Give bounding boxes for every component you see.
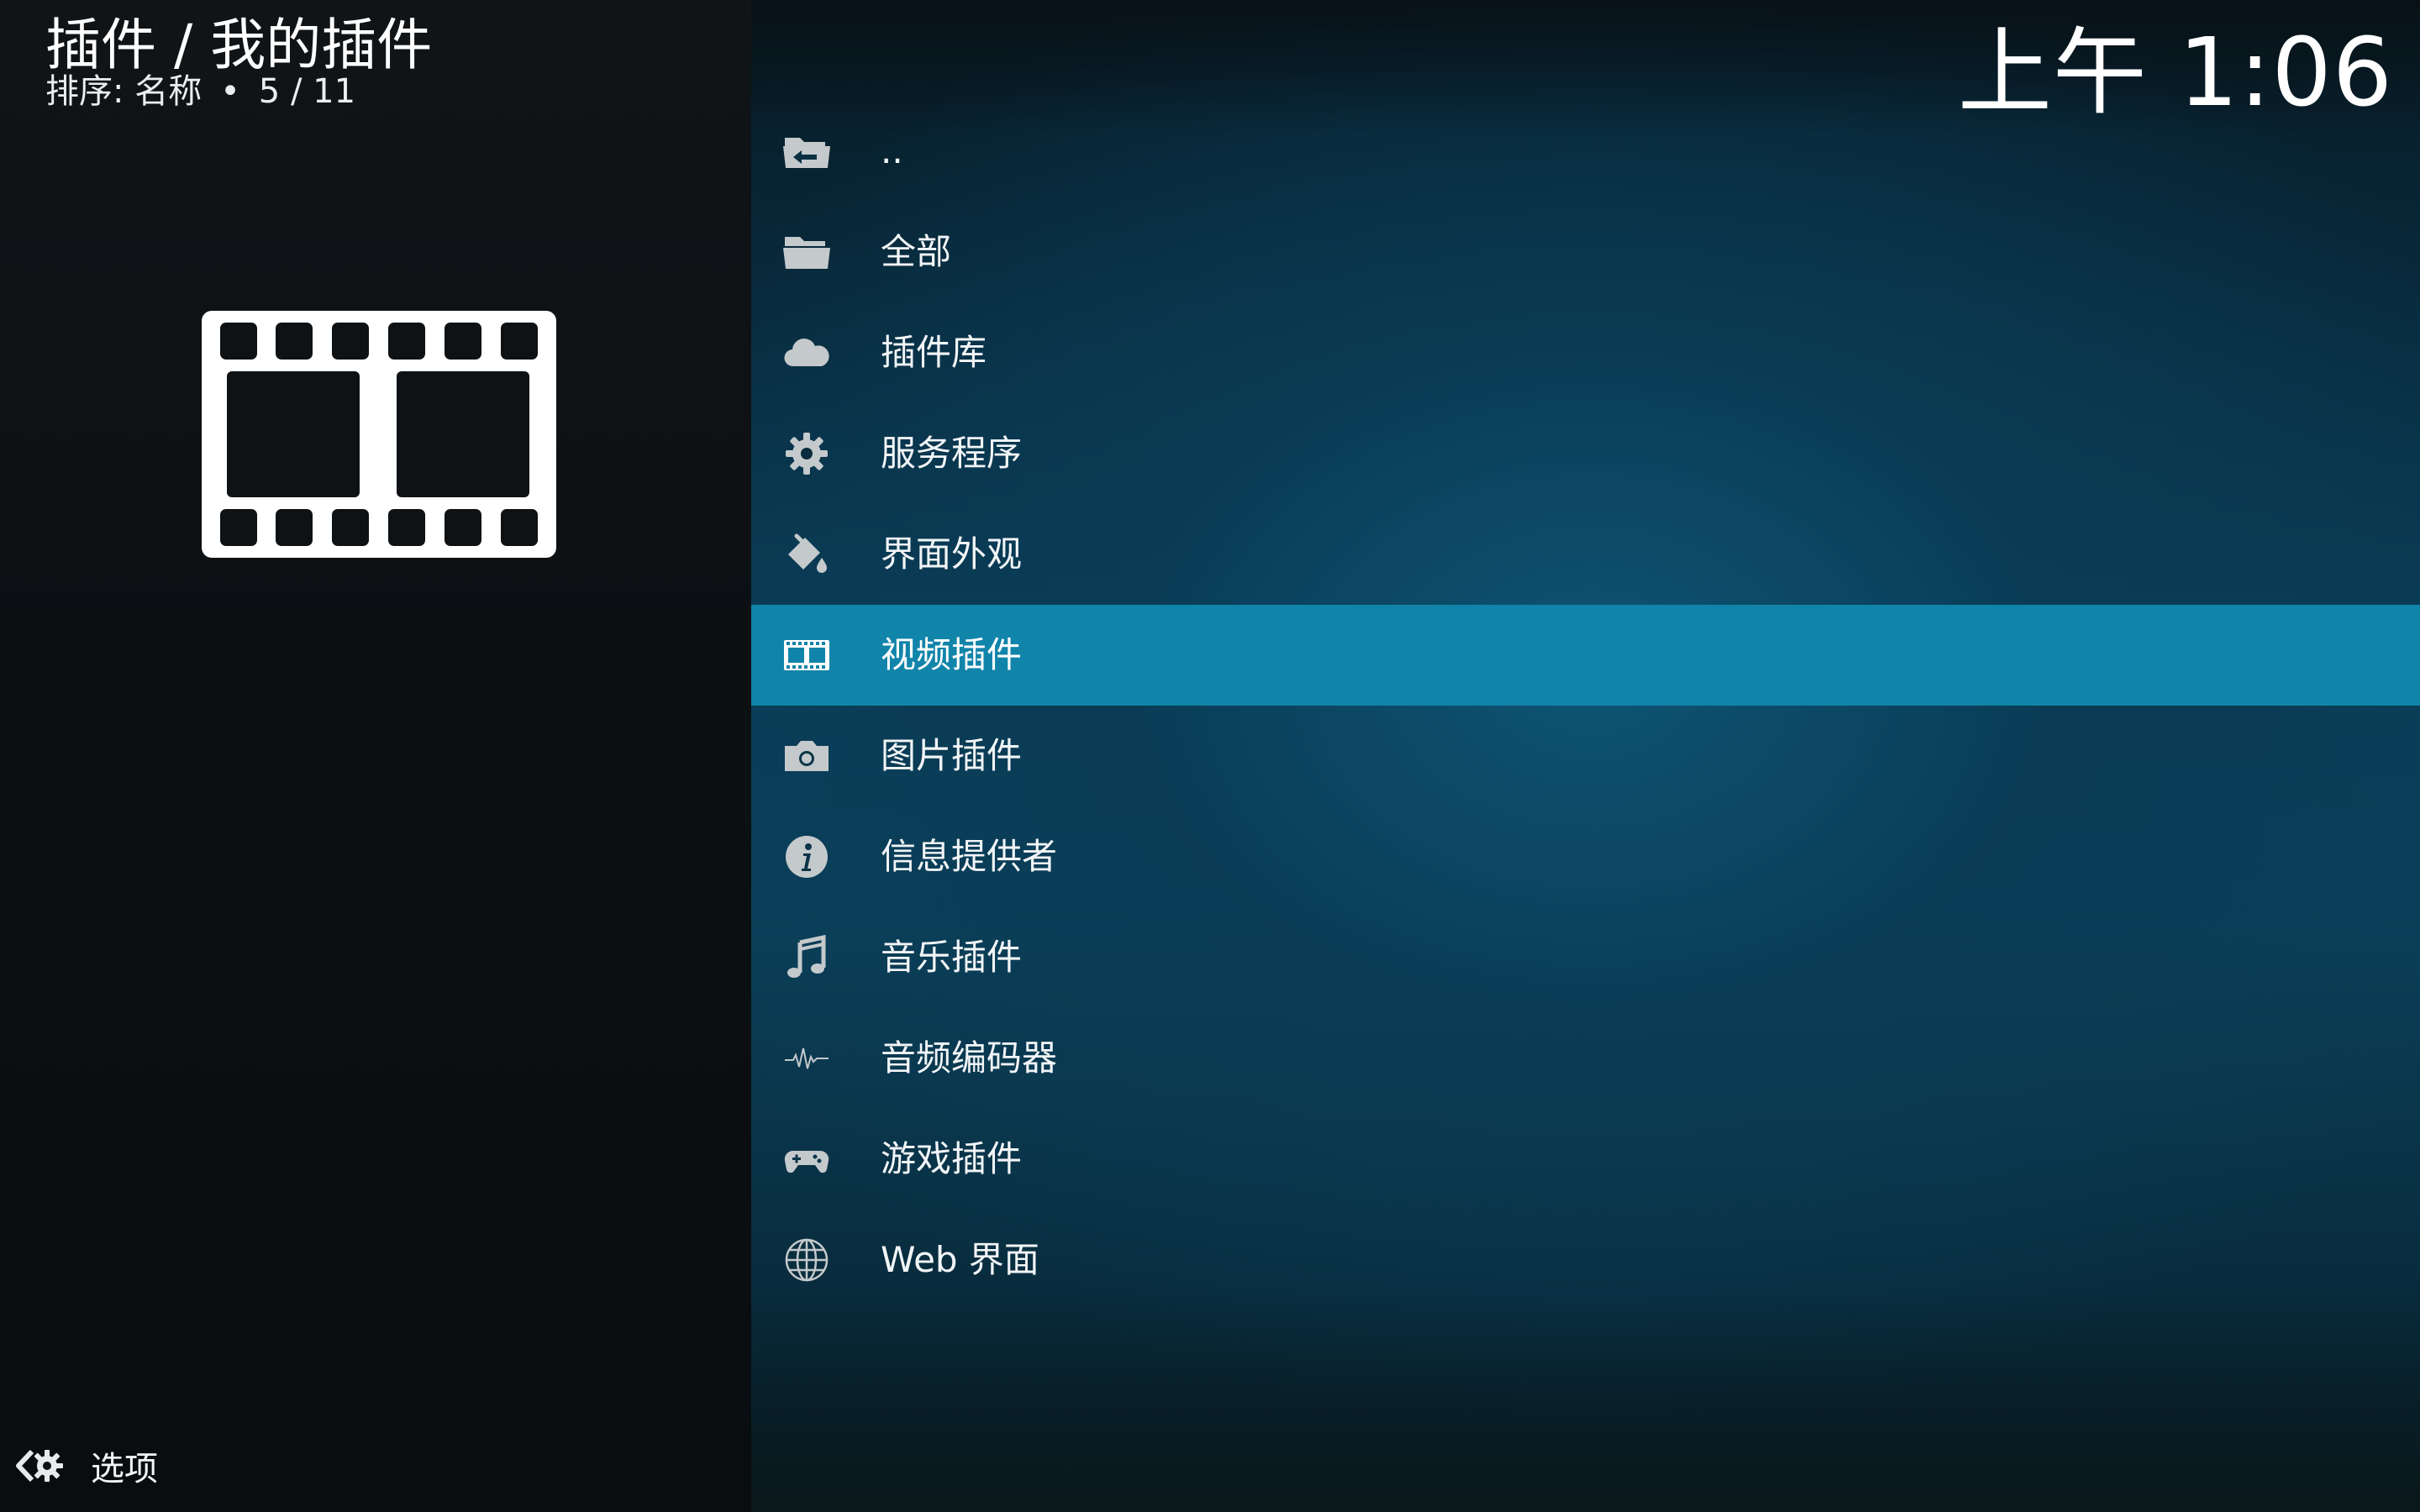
- list-item-services[interactable]: 服务程序: [751, 403, 2420, 504]
- list-item-label: 信息提供者: [881, 836, 1058, 877]
- folder-back-icon: [783, 138, 830, 168]
- film-icon: [784, 640, 829, 670]
- film-strip-icon: [202, 311, 556, 558]
- camera-icon: [785, 741, 829, 771]
- list-item-information-providers[interactable]: 信息提供者: [751, 806, 2420, 907]
- sort-label[interactable]: 排序: 名称: [45, 72, 202, 111]
- list-item-audio-encoders[interactable]: 音频编码器: [751, 1008, 2420, 1109]
- waveform-icon: [785, 1047, 829, 1069]
- gear-icon: [786, 433, 828, 475]
- paint-bucket-icon: [788, 533, 827, 573]
- list-item-label: 全部: [881, 231, 952, 272]
- gamepad-icon: [784, 1150, 829, 1173]
- list-item-label: 图片插件: [881, 735, 1023, 776]
- info-icon: [786, 836, 828, 878]
- options-button[interactable]: 选项: [13, 1436, 158, 1495]
- list-item-label: 音乐插件: [881, 937, 1023, 978]
- addon-category-list: .. 全部 插件库 服务程序 界面外观 视频插件 图片插件 信息提供者 音乐插件…: [751, 101, 2420, 1310]
- list-item-parent[interactable]: ..: [751, 101, 2420, 202]
- list-item-label: 界面外观: [881, 533, 1023, 575]
- options-gear-icon: [16, 1449, 63, 1483]
- list-item-label: 视频插件: [881, 634, 1023, 675]
- list-item-label: 音频编码器: [881, 1037, 1058, 1079]
- item-position: 5 / 11: [258, 72, 356, 111]
- cloud-icon: [784, 339, 829, 367]
- list-item-label: 插件库: [881, 332, 987, 373]
- list-item-music-addons[interactable]: 音乐插件: [751, 907, 2420, 1008]
- list-item-all[interactable]: 全部: [751, 202, 2420, 302]
- globe-icon: [785, 1238, 829, 1282]
- list-item-video-addons[interactable]: 视频插件: [751, 605, 2420, 706]
- list-item-label: Web 界面: [881, 1239, 1039, 1280]
- folder-open-icon: [783, 237, 830, 269]
- list-item-repository[interactable]: 插件库: [751, 302, 2420, 403]
- list-item-picture-addons[interactable]: 图片插件: [751, 706, 2420, 806]
- separator-dot: •: [220, 72, 240, 111]
- list-item-label: ..: [881, 130, 903, 171]
- sort-info: 排序: 名称 • 5 / 11: [45, 71, 355, 113]
- page-title: 插件 / 我的插件: [45, 13, 433, 77]
- list-item-look-and-feel[interactable]: 界面外观: [751, 504, 2420, 605]
- music-note-icon: [787, 934, 826, 978]
- info-panel: [0, 0, 751, 1512]
- list-item-label: 游戏插件: [881, 1138, 1023, 1179]
- list-item-game-addons[interactable]: 游戏插件: [751, 1109, 2420, 1210]
- options-label: 选项: [91, 1450, 158, 1488]
- kodi-addons-screen: 插件 / 我的插件 排序: 名称 • 5 / 11 上午 1:06 .. 全部 …: [0, 0, 2420, 1512]
- list-item-label: 服务程序: [881, 433, 1023, 474]
- list-item-web-interface[interactable]: Web 界面: [751, 1210, 2420, 1310]
